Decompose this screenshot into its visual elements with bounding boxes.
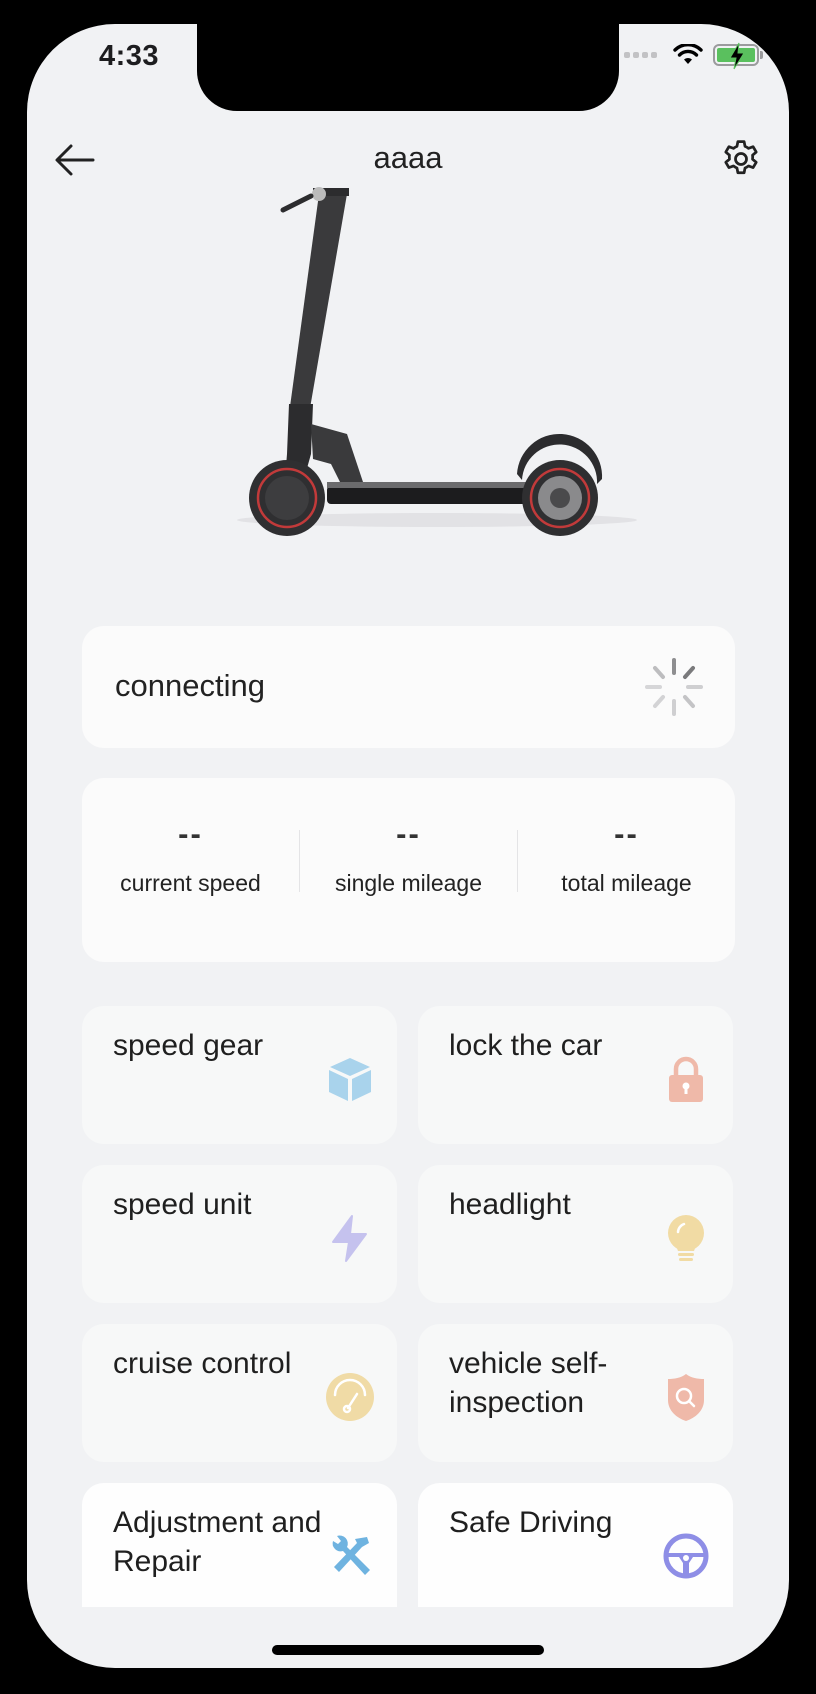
shield-search-icon	[668, 1374, 704, 1421]
home-indicator[interactable]	[272, 1645, 544, 1655]
tile-label: Adjustment and Repair	[113, 1506, 322, 1578]
tile-cruise-control[interactable]: cruise control	[82, 1324, 397, 1462]
stat-total-mileage: -- total mileage	[518, 778, 735, 962]
status-icons	[624, 42, 763, 70]
tools-icon	[332, 1535, 370, 1575]
tile-speed-unit[interactable]: speed unit	[82, 1165, 397, 1303]
tile-label: lock the car	[449, 1029, 603, 1062]
tile-lock-the-car[interactable]: lock the car	[418, 1006, 733, 1144]
tile-label: Safe Driving	[449, 1506, 613, 1539]
lightning-icon	[332, 1215, 367, 1262]
phone-frame: 4:33 aaaa connecting -- current speed --…	[0, 0, 816, 1694]
status-time: 4:33	[99, 40, 160, 72]
tile-adjustment-and-repair[interactable]: Adjustment and Repair	[82, 1483, 397, 1607]
cube-icon	[329, 1058, 371, 1101]
tile-speed-gear[interactable]: speed gear	[82, 1006, 397, 1144]
tile-label: speed unit	[113, 1188, 252, 1221]
speedometer-icon	[326, 1373, 374, 1421]
tile-label: speed gear	[113, 1029, 264, 1062]
stat-label: single mileage	[334, 870, 483, 896]
connection-status-text: connecting	[115, 668, 265, 703]
connection-status-card: connecting	[82, 626, 735, 748]
tile-safe-driving[interactable]: Safe Driving	[418, 1483, 733, 1607]
tile-vehicle-self-inspection[interactable]: vehicle self-inspection	[418, 1324, 733, 1462]
stat-value: --	[614, 816, 639, 851]
stat-single-mileage: -- single mileage	[300, 778, 517, 962]
stat-value: --	[396, 816, 421, 851]
lock-icon	[669, 1056, 703, 1102]
stat-current-speed: -- current speed	[82, 778, 299, 962]
stat-label: current speed	[120, 870, 261, 896]
device-notch	[197, 24, 619, 111]
battery-charging-icon	[713, 42, 763, 70]
wifi-icon	[673, 44, 703, 64]
tile-label: headlight	[449, 1188, 571, 1221]
ride-stats-card: -- current speed -- single mileage -- to…	[82, 778, 735, 962]
steering-wheel-icon	[663, 1533, 709, 1579]
electric-scooter-image	[237, 187, 637, 536]
cellular-signal-icon	[624, 52, 657, 58]
tile-label: vehicle self-inspection	[449, 1347, 608, 1419]
stat-label: total mileage	[561, 870, 692, 896]
lightbulb-icon	[668, 1215, 704, 1261]
tile-headlight[interactable]: headlight	[418, 1165, 733, 1303]
page-title: aaaa	[373, 140, 443, 175]
app-screen: 4:33 aaaa connecting -- current speed --…	[27, 24, 789, 1668]
loading-spinner-icon	[645, 658, 703, 716]
stat-value: --	[178, 816, 203, 851]
